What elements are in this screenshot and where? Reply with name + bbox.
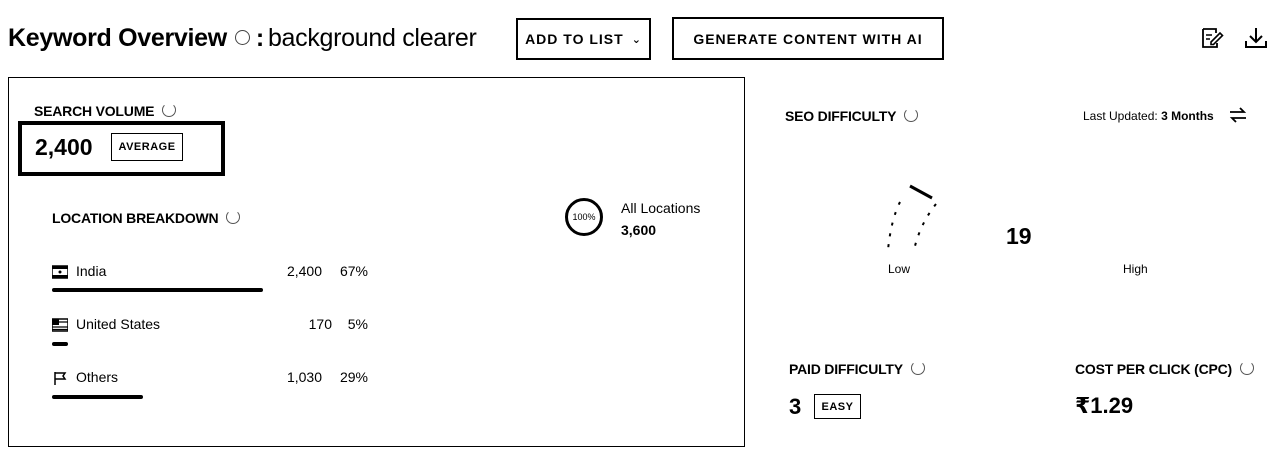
location-breakdown-label: LOCATION BREAKDOWN (52, 210, 241, 226)
all-locations-label: All Locations (621, 200, 701, 216)
gauge-low-label: Low (888, 262, 911, 276)
search-volume-label: SEARCH VOLUME (34, 103, 177, 119)
generate-content-button[interactable]: GENERATE CONTENT WITH AI (672, 17, 944, 60)
location-count: 1,030 (286, 369, 322, 385)
cpc-label-text: COST PER CLICK (CPC) (1075, 361, 1233, 377)
page-title: Keyword Overview: background clearer (8, 24, 477, 53)
location-percent: 29% (339, 369, 368, 385)
title-colon: : (255, 24, 264, 52)
all-locations-count: 3,600 (621, 222, 657, 238)
india-flag-icon (52, 265, 68, 280)
seo-difficulty-label: SEO DIFFICULTY (785, 108, 919, 124)
all-locations-percent-circle: 100% (565, 198, 603, 236)
location-share-bar (52, 288, 263, 292)
info-icon[interactable] (910, 361, 925, 376)
search-volume-badge: AVERAGE (111, 133, 183, 161)
add-to-list-button[interactable]: ADD TO LIST ⌄ (516, 18, 651, 60)
location-count: 2,400 (286, 263, 322, 279)
seo-difficulty-value: 19 (1006, 223, 1032, 249)
seo-difficulty-label-text: SEO DIFFICULTY (785, 108, 897, 124)
download-icon[interactable] (1243, 25, 1269, 51)
cpc-label: COST PER CLICK (CPC) (1075, 361, 1255, 377)
location-percent: 5% (347, 316, 368, 332)
paid-difficulty-badge: EASY (814, 394, 861, 419)
info-icon[interactable] (234, 29, 250, 45)
keyword-text: background clearer (267, 24, 477, 52)
paid-difficulty-label: PAID DIFFICULTY (789, 361, 925, 377)
info-icon[interactable] (162, 103, 177, 118)
generate-content-label: GENERATE CONTENT WITH AI (693, 30, 923, 47)
last-updated-value: 3 Months (1161, 109, 1214, 123)
add-to-list-label: ADD TO LIST (525, 31, 624, 47)
cpc-value: ₹1.29 (1075, 393, 1134, 418)
edit-report-icon[interactable] (1199, 25, 1225, 51)
flag-outline-icon (54, 372, 67, 386)
location-name: India (76, 263, 107, 279)
last-updated: Last Updated: 3 Months (1083, 109, 1214, 123)
info-icon[interactable] (1240, 361, 1255, 376)
info-icon[interactable] (904, 108, 919, 123)
location-share-bar (52, 395, 143, 399)
paid-difficulty-label-text: PAID DIFFICULTY (789, 361, 903, 377)
location-name: Others (76, 369, 119, 385)
location-percent: 67% (339, 263, 368, 279)
search-volume-value: 2,400 (35, 134, 93, 160)
location-share-bar (52, 342, 68, 346)
search-volume-label-text: SEARCH VOLUME (34, 103, 155, 119)
gauge-high-label: High (1123, 262, 1148, 276)
chevron-down-icon: ⌄ (631, 33, 642, 46)
location-row-india[interactable]: India (52, 263, 107, 280)
location-breakdown-label-text: LOCATION BREAKDOWN (52, 210, 219, 226)
location-name: United States (76, 316, 161, 332)
seo-difficulty-gauge (887, 184, 937, 251)
paid-difficulty-value: 3 (789, 394, 802, 419)
us-flag-icon (52, 318, 68, 333)
page-title-prefix: Keyword Overview (8, 24, 227, 52)
last-updated-prefix: Last Updated: (1083, 109, 1158, 123)
info-icon[interactable] (226, 210, 241, 225)
location-row-others[interactable]: Others (52, 369, 119, 386)
refresh-icon[interactable] (1227, 105, 1249, 125)
keyword-overview-page: Keyword Overview: background clearer ADD … (0, 0, 1280, 466)
location-row-united-states[interactable]: United States (52, 316, 161, 333)
